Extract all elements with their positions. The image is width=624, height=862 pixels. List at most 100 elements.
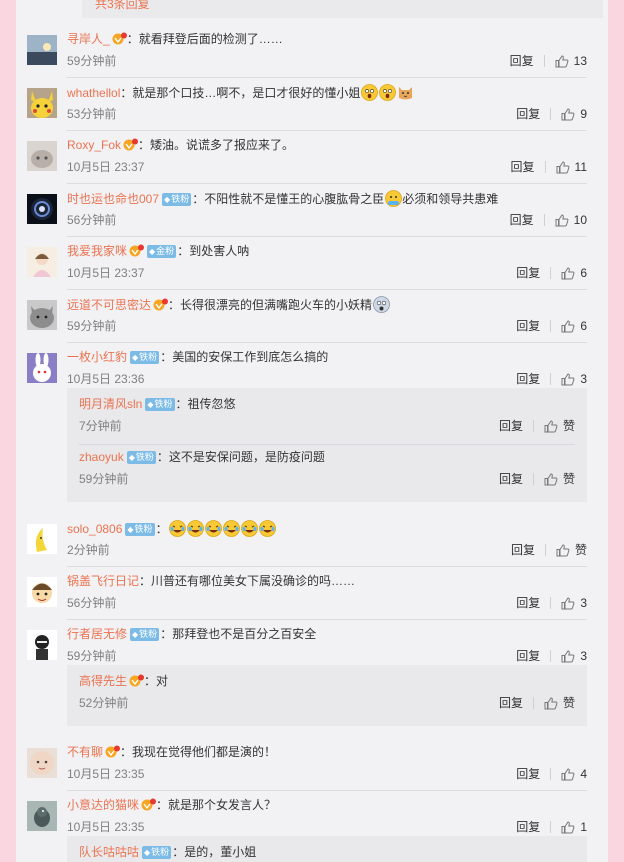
like-button[interactable]: 6 <box>561 318 587 334</box>
avatar[interactable] <box>27 801 57 831</box>
username[interactable]: 我爱我家咪 <box>67 244 127 258</box>
like-count: 赞 <box>574 543 587 557</box>
avatar[interactable] <box>27 300 57 330</box>
action-separator <box>550 597 552 609</box>
badge-icon: ◆ <box>149 247 156 256</box>
reply-button[interactable]: 回复 <box>516 766 540 782</box>
reply-button[interactable]: 回复 <box>516 318 540 334</box>
comment-line: 小意达的猫咪 ：就是那个女发言人？ <box>67 797 276 813</box>
username[interactable]: 队长咕咕咕 <box>79 845 139 859</box>
avatar[interactable] <box>27 35 57 65</box>
avatar[interactable] <box>27 141 57 171</box>
reply-button[interactable]: 回复 <box>516 648 540 664</box>
like-button[interactable]: 11 <box>556 159 587 175</box>
reply-button[interactable]: 回复 <box>516 371 540 387</box>
username[interactable]: whathellol <box>67 86 120 100</box>
sub-reply-item: 高得先生 ：对 52分钟前 回复 赞 <box>67 669 587 722</box>
comment-text: ：就看拜登后面的检测了…… <box>126 32 283 46</box>
comment-item: 不有聊 ：我现在觉得他们都是演的！ 10月5日 23:35 回复 4 <box>16 740 608 793</box>
vip-icon <box>127 674 145 688</box>
avatar[interactable] <box>27 247 57 277</box>
collapsed-replies[interactable]: 共3条回复 <box>82 0 603 18</box>
comment-text: ：祖传忽悠 <box>175 397 236 411</box>
like-button[interactable]: 1 <box>561 819 587 835</box>
comment-actions: 回复 11 <box>511 159 587 175</box>
laugh-cry-emoji <box>168 520 186 537</box>
action-separator <box>532 473 534 485</box>
fan-badge[interactable]: ◆铁粉 <box>142 846 172 859</box>
avatar[interactable] <box>27 88 57 118</box>
like-count: 赞 <box>562 696 575 710</box>
sub-reply-line: 高得先生 ：对 <box>79 673 168 689</box>
comment-panel: 共3条回复 寻岸人_ ：就看拜登后面的检测了…… 59分钟前 回复 13 whathell… <box>16 0 608 862</box>
fan-badge[interactable]: ◆铁粉 <box>162 193 192 206</box>
collapsed-replies-label[interactable]: 共3条回复 <box>95 0 150 12</box>
reply-button[interactable]: 回复 <box>510 53 534 69</box>
fan-badge[interactable]: ◆金粉 <box>147 245 177 258</box>
fan-badge[interactable]: ◆铁粉 <box>145 398 175 411</box>
username[interactable]: 高得先生 <box>79 674 127 688</box>
sub-reply-line: zhaoyuk ◆铁粉 ：这不是安保问题，是防疫问题 <box>79 449 325 465</box>
fan-badge[interactable]: ◆铁粉 <box>130 351 160 364</box>
like-button[interactable]: 10 <box>555 212 587 228</box>
like-button[interactable]: 6 <box>561 265 587 281</box>
fan-badge[interactable]: ◆铁粉 <box>130 628 160 641</box>
comment-actions: 回复 6 <box>516 318 587 334</box>
reply-button[interactable]: 回复 <box>511 159 535 175</box>
reply-button[interactable]: 回复 <box>511 542 535 558</box>
timestamp: 10月5日 23:37 <box>67 160 145 174</box>
timestamp: 56分钟前 <box>67 596 117 610</box>
action-separator <box>544 161 546 173</box>
username[interactable]: 一枚小红豹 <box>67 350 127 364</box>
username[interactable]: 锅盖飞行日记 <box>67 574 139 588</box>
like-button[interactable]: 赞 <box>556 542 587 558</box>
like-button[interactable]: 赞 <box>544 695 575 711</box>
reply-button[interactable]: 回复 <box>516 106 540 122</box>
fan-badge[interactable]: ◆铁粉 <box>126 451 156 464</box>
reply-button[interactable]: 回复 <box>510 212 534 228</box>
username[interactable]: 寻岸人_ <box>67 32 110 46</box>
avatar[interactable] <box>27 630 57 660</box>
sub-reply-item: zhaoyuk ◆铁粉 ：这不是安保问题，是防疫问题 59分钟前 回复 赞 <box>67 445 587 498</box>
avatar[interactable] <box>27 524 57 554</box>
reply-button[interactable]: 回复 <box>516 819 540 835</box>
username[interactable]: zhaoyuk <box>79 450 124 464</box>
comment-divider <box>67 566 587 567</box>
like-button[interactable]: 9 <box>561 106 587 122</box>
username[interactable]: 时也运也命也007 <box>67 192 159 206</box>
like-button[interactable]: 赞 <box>544 471 575 487</box>
thumbs-up-icon <box>555 54 574 68</box>
username[interactable]: solo_0806 <box>67 522 122 536</box>
fan-badge[interactable]: ◆铁粉 <box>125 523 155 536</box>
like-button[interactable]: 13 <box>555 53 587 69</box>
username[interactable]: 行者居无修 <box>67 627 127 641</box>
username[interactable]: 小意达的猫咪 <box>67 798 139 812</box>
like-button[interactable]: 赞 <box>544 418 575 434</box>
username[interactable]: Roxy_Fok <box>67 138 121 152</box>
reply-button[interactable]: 回复 <box>516 265 540 281</box>
comment-actions: 回复 3 <box>516 595 587 611</box>
like-button[interactable]: 3 <box>561 371 587 387</box>
timestamp: 7分钟前 <box>79 419 122 433</box>
like-button[interactable]: 3 <box>561 595 587 611</box>
username[interactable]: 远道不可思密达 <box>67 298 151 312</box>
action-separator <box>550 650 552 662</box>
username[interactable]: 明月清风sln <box>79 397 142 411</box>
reply-button[interactable]: 回复 <box>516 595 540 611</box>
laugh-cry-emoji <box>258 520 276 537</box>
thumbs-up-icon <box>561 319 580 333</box>
avatar[interactable] <box>27 194 57 224</box>
username[interactable]: 不有聊 <box>67 745 103 759</box>
like-count: 9 <box>580 107 587 121</box>
laugh-cry-emoji <box>186 520 204 537</box>
reply-button[interactable]: 回复 <box>499 695 523 711</box>
reply-button[interactable]: 回复 <box>499 471 523 487</box>
comment-divider <box>67 342 587 343</box>
reply-button[interactable]: 回复 <box>499 418 523 434</box>
avatar[interactable] <box>27 577 57 607</box>
avatar[interactable] <box>27 748 57 778</box>
like-button[interactable]: 3 <box>561 648 587 664</box>
like-button[interactable]: 4 <box>561 766 587 782</box>
timestamp: 52分钟前 <box>79 696 129 710</box>
avatar[interactable] <box>27 353 57 383</box>
